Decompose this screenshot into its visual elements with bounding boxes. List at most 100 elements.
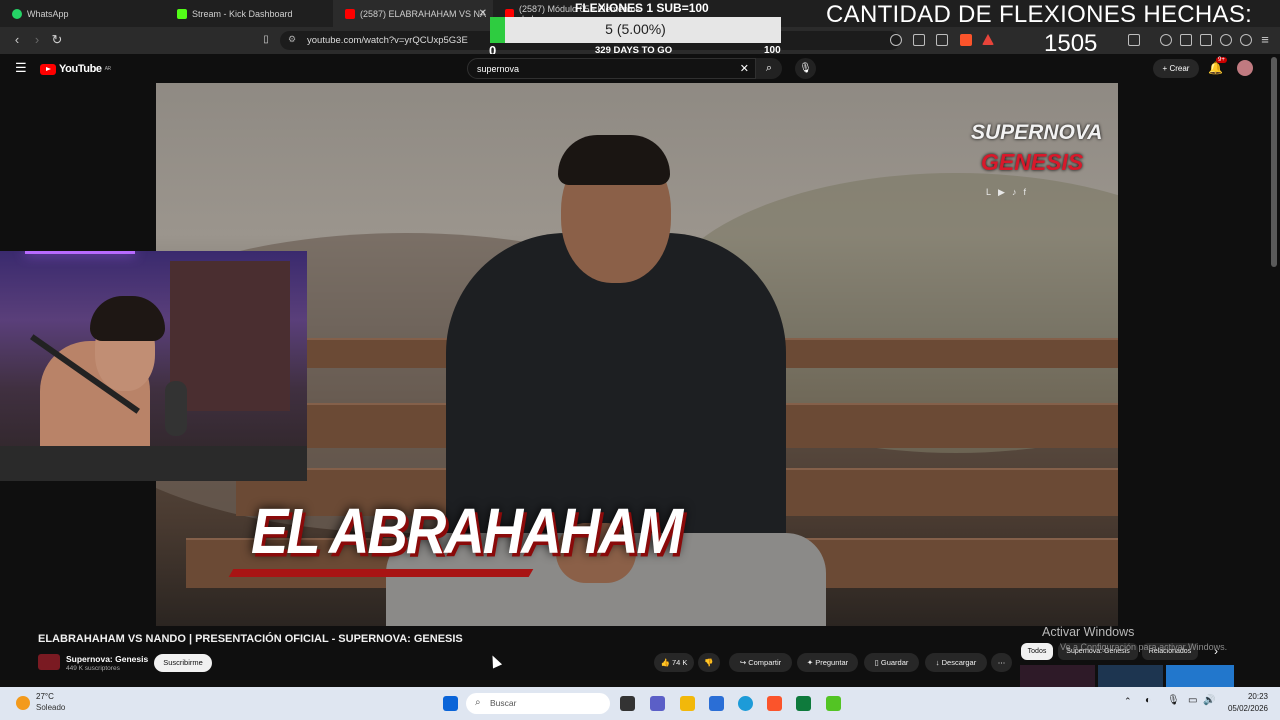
sidebar-toggle-icon[interactable] bbox=[1128, 34, 1140, 46]
search-button[interactable]: ⌕ bbox=[756, 58, 782, 79]
weather-temperature[interactable]: 27°C bbox=[36, 692, 54, 701]
bookmark-icon[interactable]: ▯ bbox=[259, 33, 273, 47]
share-button[interactable]: ↪ Compartir bbox=[729, 653, 792, 672]
forward-icon[interactable]: › bbox=[30, 33, 44, 47]
search-value: supernova bbox=[477, 64, 520, 74]
flexiones-count-title: CANTIDAD DE FLEXIONES HECHAS: bbox=[826, 1, 1253, 28]
tray-mic-icon[interactable]: 🎙 bbox=[1167, 695, 1180, 706]
network-icon[interactable]: ▭ bbox=[1188, 695, 1197, 706]
tab-label: WhatsApp bbox=[27, 8, 69, 19]
taskbar-date[interactable]: 05/02/2026 bbox=[1211, 704, 1268, 713]
obs-icon[interactable] bbox=[796, 696, 811, 711]
progress-text: 5 (5.00%) bbox=[605, 21, 666, 37]
share-page-icon[interactable] bbox=[936, 34, 948, 46]
thumbs-up-icon: 👍 bbox=[660, 658, 670, 667]
search-icon: ⌕ bbox=[475, 697, 481, 708]
download-button[interactable]: ↓ Descargar bbox=[925, 653, 987, 672]
notifications-bell-icon[interactable]: 🔔 bbox=[1208, 61, 1223, 75]
fighter-name-overlay: EL ABRAHAHAM bbox=[251, 494, 683, 567]
cast-icon[interactable] bbox=[913, 34, 925, 46]
recommendation-thumbnail[interactable] bbox=[1166, 665, 1234, 687]
windows-start-icon[interactable] bbox=[443, 696, 458, 711]
file-explorer-icon[interactable] bbox=[680, 696, 695, 711]
share-icon: ↪ bbox=[739, 658, 747, 667]
youtube-logo[interactable]: YouTube AR bbox=[40, 63, 111, 75]
taskbar-clock[interactable]: 20:23 bbox=[1226, 692, 1268, 701]
dislike-button[interactable]: 👎 bbox=[698, 653, 720, 672]
windows-taskbar: 27°C Soleado ⌕ Buscar ⌃ ◐ 🎙 ▭ 🔊 20:23 05… bbox=[0, 687, 1280, 720]
reload-icon[interactable]: ↻ bbox=[50, 33, 64, 47]
teams-icon[interactable] bbox=[650, 696, 665, 711]
tray-chevron-up-icon[interactable]: ⌃ bbox=[1124, 696, 1132, 707]
taskbar-search-placeholder: Buscar bbox=[490, 698, 517, 708]
ask-label: Preguntar bbox=[815, 658, 849, 667]
youtube-icon bbox=[345, 8, 355, 19]
windows-activation-watermark: Activar Windows bbox=[1042, 625, 1135, 639]
genesis-logo-text: GENESIS bbox=[981, 149, 1084, 175]
channel-name[interactable]: Supernova: Genesis bbox=[66, 654, 148, 664]
close-tab-icon[interactable]: ✕ bbox=[479, 8, 487, 19]
sub-goal-progress-bar: 5 (5.00%) bbox=[490, 17, 781, 43]
led-light bbox=[25, 251, 135, 254]
microphone-icon: 🎙 bbox=[799, 63, 812, 74]
vpn-shield-icon[interactable] bbox=[1240, 34, 1252, 46]
region-code: AR bbox=[104, 66, 112, 72]
edge-icon[interactable] bbox=[738, 696, 753, 711]
microsoft-store-icon[interactable] bbox=[709, 696, 724, 711]
tab-whatsapp[interactable]: WhatsApp bbox=[0, 0, 170, 27]
weather-description[interactable]: Soleado bbox=[36, 703, 65, 712]
zoom-icon[interactable] bbox=[890, 34, 902, 46]
chip-all[interactable]: Todos bbox=[1021, 643, 1053, 660]
clear-search-icon[interactable]: ✕ bbox=[740, 62, 749, 75]
name-overlay-underline bbox=[228, 569, 534, 577]
app-icon[interactable] bbox=[826, 696, 841, 711]
save-button[interactable]: ▯ Guardar bbox=[864, 653, 919, 672]
brave-shield-icon[interactable] bbox=[960, 34, 972, 46]
recommendation-thumbnail[interactable] bbox=[1098, 665, 1163, 687]
more-actions-button[interactable]: ⋯ bbox=[991, 653, 1012, 672]
save-icon: ▯ bbox=[874, 658, 879, 667]
back-icon[interactable]: ‹ bbox=[10, 33, 24, 47]
download-icon: ↓ bbox=[935, 658, 940, 667]
menu-icon[interactable]: ≡ bbox=[1258, 33, 1272, 47]
voice-search-button[interactable]: 🎙 bbox=[795, 58, 816, 79]
music-icon[interactable] bbox=[1160, 34, 1172, 46]
sparkle-icon: ✦ bbox=[806, 658, 814, 667]
save-label: Guardar bbox=[880, 658, 909, 667]
tab-youtube-active[interactable]: (2587) ELABRAHAHAM VS NA ✕ bbox=[333, 0, 493, 27]
wardrobe bbox=[170, 261, 290, 411]
ask-button[interactable]: ✦ Preguntar bbox=[797, 653, 858, 672]
brave-rewards-icon[interactable] bbox=[982, 34, 994, 45]
like-button[interactable]: 👍 74 K bbox=[654, 653, 694, 672]
taskbar-search-input[interactable]: ⌕ Buscar bbox=[466, 693, 610, 714]
avatar[interactable] bbox=[1237, 60, 1253, 76]
tab-label: (2587) ELABRAHAHAM VS NA bbox=[360, 8, 487, 19]
create-button[interactable]: + Crear bbox=[1153, 59, 1199, 78]
youtube-logo-text: YouTube bbox=[59, 63, 102, 75]
subscribe-button[interactable]: Suscribirme bbox=[154, 654, 212, 672]
tray-app-icon[interactable]: ◐ bbox=[1145, 695, 1151, 706]
microphone bbox=[165, 381, 187, 436]
page-scrollbar[interactable] bbox=[1271, 57, 1277, 267]
leo-ai-icon[interactable] bbox=[1220, 34, 1232, 46]
like-count: 74 K bbox=[672, 658, 688, 667]
recommendation-thumbnail[interactable] bbox=[1020, 665, 1095, 687]
thumbs-down-icon: 👎 bbox=[704, 658, 714, 667]
desk bbox=[0, 446, 307, 481]
reader-icon[interactable] bbox=[1180, 34, 1192, 46]
more-icon: ⋯ bbox=[997, 658, 1006, 667]
wallet-icon[interactable] bbox=[1200, 34, 1212, 46]
channel-avatar[interactable] bbox=[38, 654, 60, 670]
streamer-webcam bbox=[0, 251, 307, 481]
weather-sun-icon[interactable] bbox=[16, 696, 30, 710]
site-info-icon[interactable]: ⚙ bbox=[288, 34, 296, 45]
tab-kick-dashboard[interactable]: Stream - Kick Dashboard bbox=[165, 0, 335, 27]
hamburger-menu-icon[interactable]: ☰ bbox=[15, 60, 27, 76]
kick-icon bbox=[177, 8, 187, 19]
task-view-icon[interactable] bbox=[620, 696, 635, 711]
search-input[interactable]: supernova ✕ bbox=[467, 58, 756, 79]
mouse-cursor-icon bbox=[487, 653, 503, 669]
brave-icon[interactable] bbox=[767, 696, 782, 711]
video-title: ELABRAHAHAM VS NANDO | PRESENTACIÓN OFIC… bbox=[38, 633, 463, 645]
person-hair bbox=[558, 135, 670, 185]
